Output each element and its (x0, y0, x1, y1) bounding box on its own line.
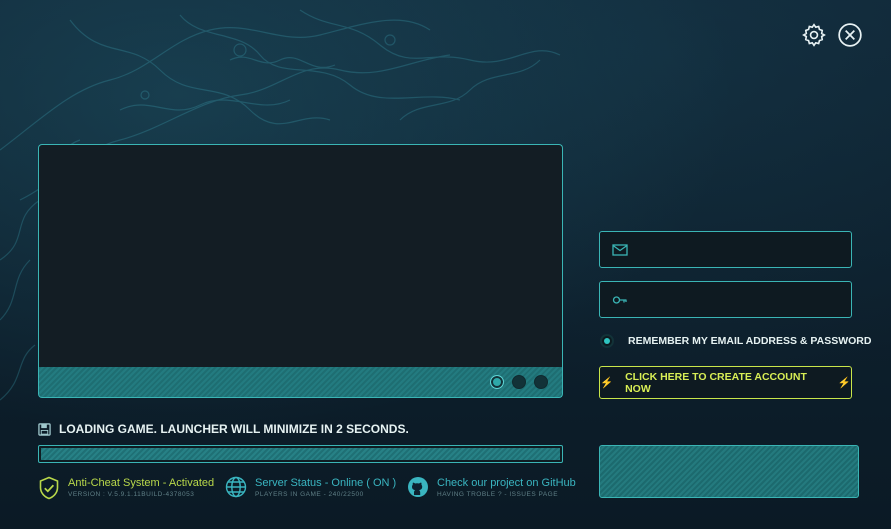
lightning-icon: ⚡ (837, 377, 851, 389)
github-title[interactable]: Check our project on GitHub (437, 476, 576, 490)
create-account-button[interactable]: ⚡ CLICK HERE TO CREATE ACCOUNT NOW ⚡ (599, 366, 852, 399)
password-field[interactable] (599, 281, 852, 318)
github-icon (408, 477, 428, 497)
email-field[interactable] (599, 231, 852, 268)
server-status-title: Server Status - Online ( ON ) (255, 477, 397, 489)
create-account-label: CLICK HERE TO CREATE ACCOUNT NOW (625, 370, 807, 395)
slide-dot-1[interactable] (490, 375, 504, 389)
slide-dot-2[interactable] (512, 375, 526, 389)
key-icon (612, 295, 627, 304)
loading-progress-bar (38, 445, 563, 463)
login-button[interactable] (599, 445, 859, 498)
gear-icon[interactable] (801, 22, 827, 48)
lightning-icon: ⚡ (600, 377, 614, 389)
players-in-game: PLAYERS IN GAME - 240/22500 (255, 491, 364, 498)
server-status-info: Server Status - Online ( ON ) PLAYERS IN… (225, 476, 396, 498)
anticheat-info: Anti-Cheat System - Activated VERSION : … (38, 476, 214, 500)
slide-dot-3[interactable] (534, 375, 548, 389)
anticheat-title: Anti-Cheat System - Activated (68, 477, 215, 489)
issues-page-link[interactable]: HAVING TROBLE ? - ISSUES PAGE (437, 491, 576, 498)
globe-icon (225, 476, 247, 498)
remember-me-radio[interactable] (600, 334, 614, 348)
news-slideshow-panel[interactable] (38, 144, 563, 368)
envelope-icon (612, 243, 628, 256)
floppy-disk-icon (38, 422, 51, 436)
loading-status-text: LOADING GAME. LAUNCHER WILL MINIMIZE IN … (59, 422, 409, 436)
anticheat-version: VERSION : V.5.9.1.11BUILD-4378053 (68, 491, 195, 498)
github-link[interactable]: Check our project on GitHub HAVING TROBL… (407, 476, 576, 498)
loading-progress-fill (41, 448, 560, 460)
shield-check-icon (39, 476, 59, 500)
close-circle-icon[interactable] (837, 22, 863, 48)
email-input[interactable] (636, 241, 851, 258)
slideshow-controls (38, 367, 563, 398)
remember-me-toggle[interactable]: REMEMBER MY EMAIL ADDRESS & PASSWORD (600, 334, 871, 348)
password-input[interactable] (636, 291, 851, 308)
remember-me-label: REMEMBER MY EMAIL ADDRESS & PASSWORD (628, 335, 872, 347)
loading-status: LOADING GAME. LAUNCHER WILL MINIMIZE IN … (38, 422, 409, 436)
